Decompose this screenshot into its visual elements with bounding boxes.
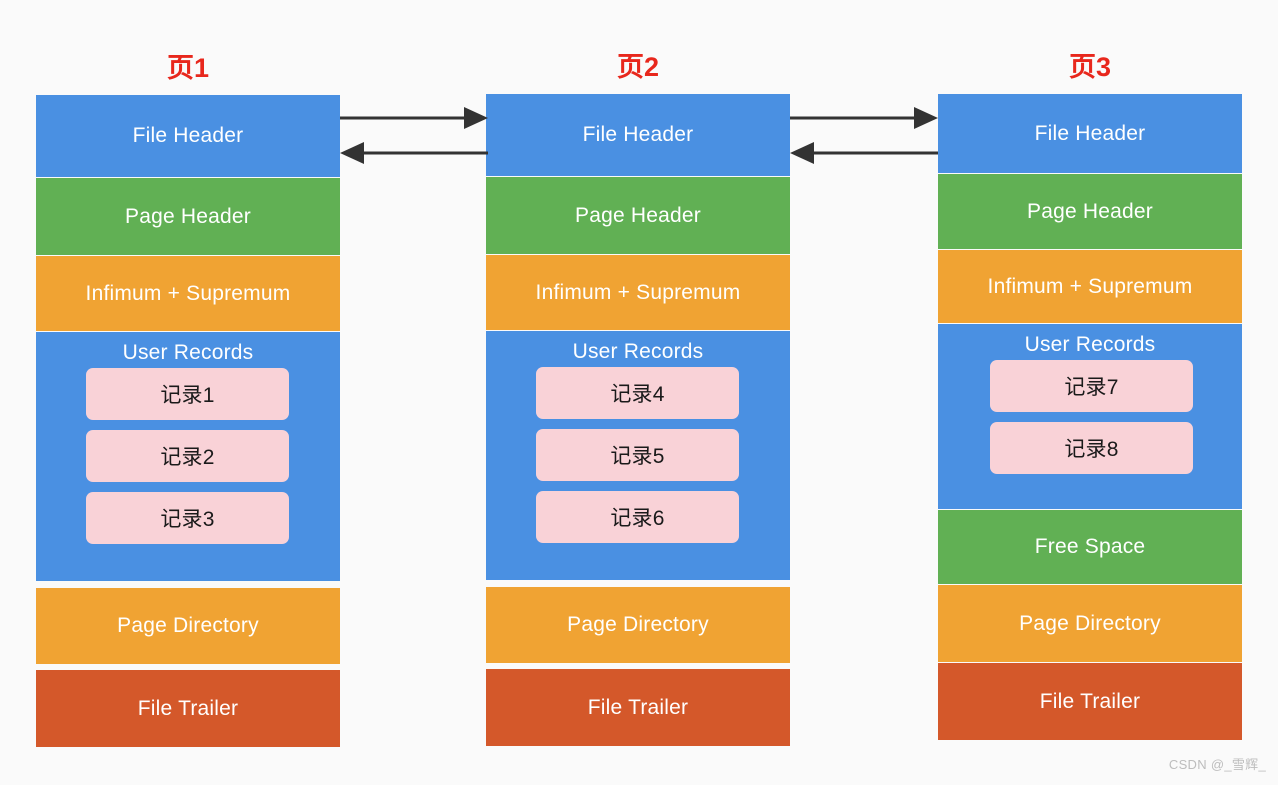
record-chip: 记录3	[86, 492, 289, 544]
block-user-records-page1: User Records 记录1 记录2 记录3	[36, 332, 340, 581]
block-label: Page Directory	[1019, 611, 1161, 635]
block-label: Page Header	[125, 204, 251, 228]
block-label: Infimum + Supremum	[535, 280, 741, 304]
block-label: Infimum + Supremum	[85, 281, 291, 305]
page-title-3: 页3	[1068, 52, 1112, 82]
block-page-directory-page2: Page Directory	[486, 587, 790, 663]
record-chip: 记录6	[536, 491, 739, 543]
arrow-left-page3-to-page2	[790, 142, 938, 164]
record-chip: 记录4	[536, 367, 739, 419]
arrow-left-page2-to-page1	[340, 142, 488, 164]
block-label: File Header	[132, 124, 244, 147]
page-column-3: 页3 File Header Page Header Infimum + Sup…	[938, 54, 1242, 746]
diagram-canvas: 页1 File Header Page Header Infimum + Sup…	[0, 0, 1278, 785]
block-user-records-page2: User Records 记录4 记录5 记录6	[486, 331, 790, 580]
connector-page1-page2	[340, 107, 488, 164]
user-records-label: User Records	[572, 340, 704, 363]
block-file-header-page1: File Header	[36, 95, 340, 177]
block-file-trailer-page1: File Trailer	[36, 670, 340, 747]
block-label: Infimum + Supremum	[987, 274, 1193, 298]
block-infimum-supremum-page2: Infimum + Supremum	[486, 255, 790, 330]
block-file-header-page2: File Header	[486, 94, 790, 176]
page-column-1: 页1 File Header Page Header Infimum + Sup…	[36, 55, 340, 747]
block-label: Page Header	[1027, 199, 1153, 223]
watermark: CSDN @_雪辉_	[1168, 757, 1266, 772]
block-label: File Header	[1034, 121, 1146, 145]
block-label: Page Directory	[567, 613, 709, 636]
record-chip: 记录5	[536, 429, 739, 481]
page-column-2: 页2 File Header Page Header Infimum + Sup…	[486, 54, 790, 746]
record-chip: 记录8	[990, 422, 1193, 474]
block-label: File Trailer	[587, 695, 689, 719]
block-label: Page Header	[575, 203, 701, 227]
block-file-trailer-page2: File Trailer	[486, 669, 790, 746]
block-file-header-page3: File Header	[938, 94, 1242, 173]
block-free-space-page3: Free Space	[938, 510, 1242, 584]
block-page-directory-page1: Page Directory	[36, 588, 340, 664]
record-chip: 记录1	[86, 368, 289, 420]
block-file-trailer-page3: File Trailer	[938, 663, 1242, 740]
arrow-right-page2-to-page3	[790, 107, 938, 129]
block-label: Page Directory	[117, 614, 259, 637]
block-page-header-page1: Page Header	[36, 178, 340, 255]
page-title-1: 页1	[166, 53, 210, 83]
block-page-directory-page3: Page Directory	[938, 585, 1242, 662]
block-page-header-page2: Page Header	[486, 177, 790, 254]
arrow-right-page1-to-page2	[340, 107, 488, 129]
record-chip: 记录2	[86, 430, 289, 482]
block-label: File Header	[582, 123, 694, 146]
user-records-label: User Records	[122, 341, 254, 364]
block-user-records-page3: User Records 记录7 记录8	[938, 324, 1242, 509]
block-label: File Trailer	[1039, 689, 1141, 713]
block-infimum-supremum-page3: Infimum + Supremum	[938, 250, 1242, 323]
block-label: Free Space	[1034, 535, 1146, 558]
block-page-header-page3: Page Header	[938, 174, 1242, 249]
record-chip: 记录7	[990, 360, 1193, 412]
block-label: File Trailer	[137, 696, 239, 720]
connector-page2-page3	[790, 107, 938, 164]
block-infimum-supremum-page1: Infimum + Supremum	[36, 256, 340, 331]
page-title-2: 页2	[616, 52, 660, 82]
user-records-label: User Records	[1024, 333, 1156, 356]
